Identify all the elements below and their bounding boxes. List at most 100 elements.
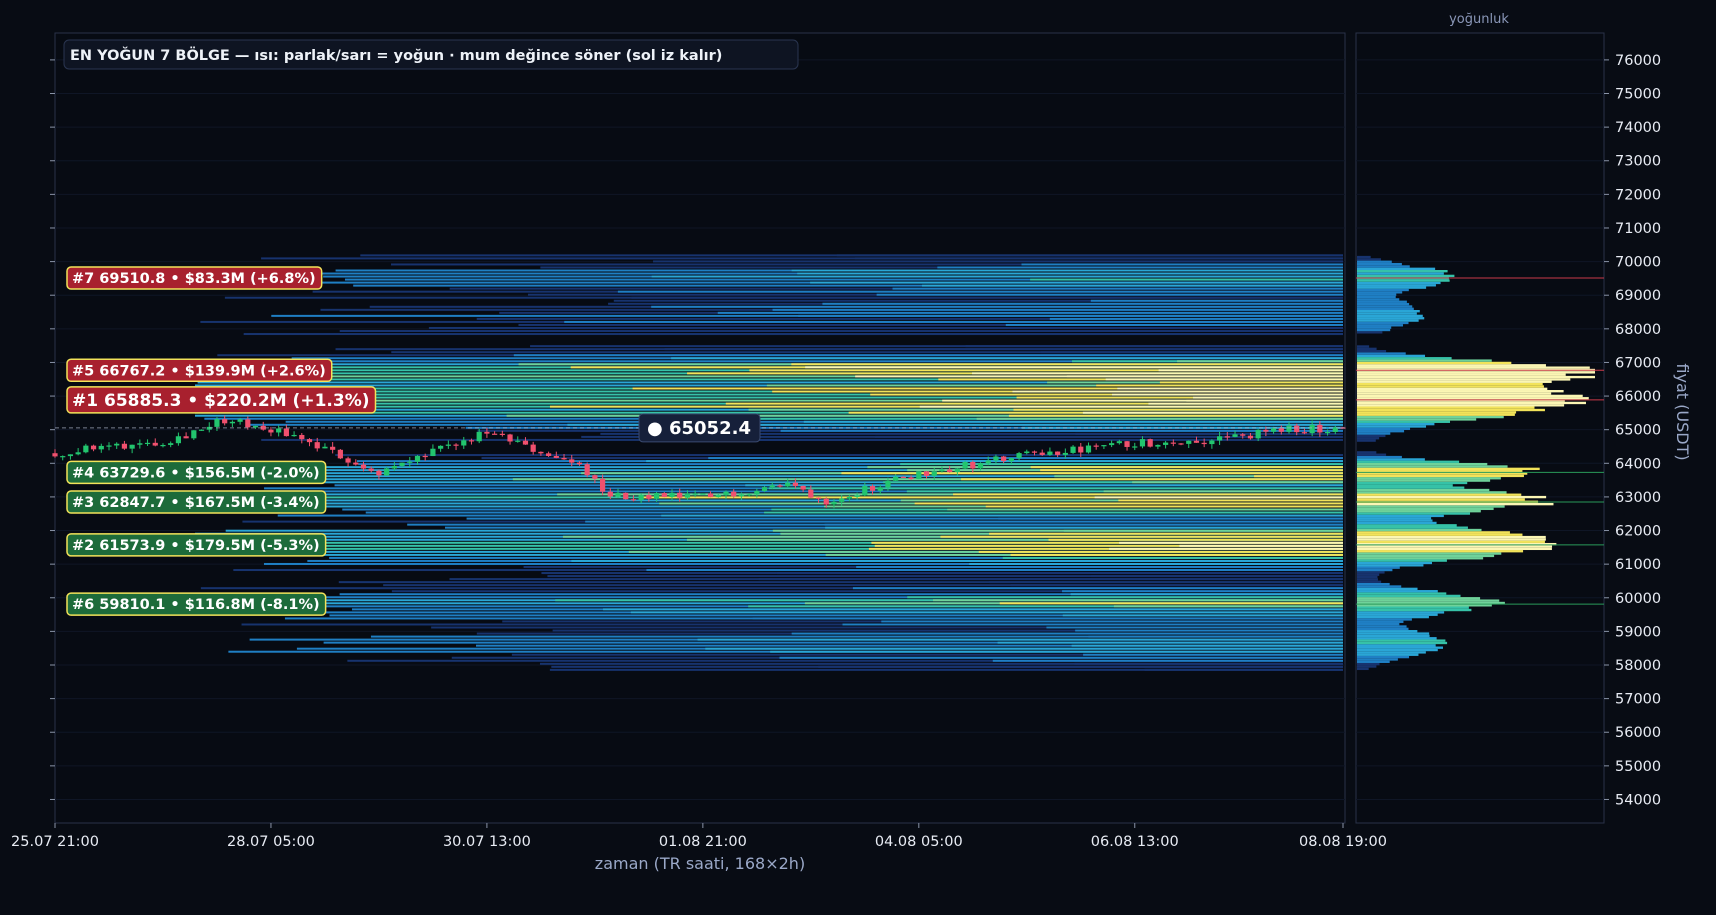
heat-band bbox=[791, 363, 1343, 366]
heat-band bbox=[940, 535, 1343, 538]
title-group: EN YOĞUN 7 BÖLGE — ısı: parlak/sarı = yo… bbox=[63, 39, 799, 70]
heat-band bbox=[1083, 653, 1343, 656]
profile-bar bbox=[1357, 432, 1391, 435]
profile-bar bbox=[1357, 630, 1418, 633]
candle-body bbox=[592, 475, 598, 479]
candle-body bbox=[761, 487, 768, 491]
heat-band bbox=[1112, 393, 1343, 396]
zone-label-4: #4 63729.6 • $156.5M (-2.0%) bbox=[66, 460, 327, 485]
profile-bar bbox=[1357, 331, 1383, 334]
heat-band bbox=[1048, 538, 1343, 541]
heat-band bbox=[1012, 390, 1343, 393]
profile-bar bbox=[1357, 651, 1426, 654]
candle-body bbox=[499, 433, 505, 435]
profile-bar bbox=[1357, 430, 1405, 433]
x-tick-label: 01.08 21:00 bbox=[659, 834, 747, 850]
heat-band bbox=[1040, 351, 1343, 354]
profile-bar bbox=[1357, 521, 1437, 525]
profile-bar bbox=[1357, 422, 1435, 426]
candle-body bbox=[83, 445, 89, 453]
profile-bar bbox=[1357, 265, 1410, 268]
candle-body bbox=[229, 421, 235, 424]
profile-bar bbox=[1357, 274, 1455, 278]
candle-body bbox=[731, 491, 737, 497]
heat-band bbox=[1010, 584, 1343, 587]
candle-body bbox=[1216, 436, 1223, 441]
profile-bar bbox=[1357, 658, 1398, 661]
candle-body bbox=[823, 498, 829, 505]
profile-bar bbox=[1357, 498, 1525, 501]
candle-body bbox=[1163, 442, 1169, 445]
heat-band bbox=[1113, 605, 1343, 608]
candle-body bbox=[129, 444, 135, 449]
profile-bar bbox=[1357, 493, 1522, 496]
heat-band bbox=[791, 269, 1343, 272]
candle-body bbox=[947, 469, 953, 472]
profile-bar bbox=[1357, 510, 1481, 513]
heat-band bbox=[1077, 326, 1343, 329]
heat-band bbox=[972, 372, 1343, 375]
y-tick-label: 54000 bbox=[1615, 792, 1661, 808]
heat-band bbox=[585, 520, 1343, 523]
candle-body bbox=[723, 491, 729, 496]
profile-bar bbox=[1357, 359, 1492, 362]
profile-bar bbox=[1357, 639, 1446, 642]
profile-bar bbox=[1357, 627, 1409, 631]
y-tick-label: 73000 bbox=[1615, 154, 1661, 170]
y-tick-label: 55000 bbox=[1615, 759, 1661, 775]
profile-bar bbox=[1357, 415, 1504, 419]
heat-band bbox=[791, 632, 1343, 635]
candle-body bbox=[1224, 436, 1230, 438]
heat-band bbox=[772, 308, 1343, 311]
candle-body bbox=[407, 461, 413, 463]
heat-band bbox=[617, 290, 1343, 293]
candle-body bbox=[599, 478, 606, 492]
candle-body bbox=[337, 449, 343, 459]
profile-bar bbox=[1357, 314, 1423, 318]
candle-body bbox=[700, 493, 706, 495]
x-tick-label: 06.08 13:00 bbox=[1091, 834, 1179, 850]
heat-band bbox=[818, 665, 1343, 668]
x-tick-label: 25.07 21:00 bbox=[11, 834, 99, 850]
profile-bar bbox=[1357, 665, 1377, 668]
candle-body bbox=[376, 470, 382, 476]
candle-body bbox=[1109, 443, 1115, 446]
candle-body bbox=[977, 463, 984, 469]
profile-bar bbox=[1357, 594, 1461, 598]
heat-band bbox=[1030, 466, 1343, 469]
profile-bar bbox=[1357, 321, 1409, 325]
liquidity-heatmap-chart: ● 65052.4 54000 55000 56000 57000 58000 59000… bbox=[11, 12, 1692, 873]
candle-body bbox=[1155, 444, 1161, 447]
profile-bar bbox=[1357, 575, 1378, 579]
profile-bar bbox=[1357, 267, 1436, 270]
candle-body bbox=[962, 462, 968, 469]
profile-bar bbox=[1357, 587, 1418, 591]
y-tick-label: 60000 bbox=[1615, 591, 1661, 607]
candle-body bbox=[52, 453, 58, 457]
heat-band bbox=[1109, 547, 1343, 550]
heat-band bbox=[1008, 414, 1343, 417]
zone-label-3: #3 62847.7 • $167.5M (-3.4%) bbox=[66, 490, 327, 514]
heat-band bbox=[602, 608, 1343, 611]
heat-band bbox=[1002, 556, 1343, 559]
heat-band bbox=[708, 457, 1343, 460]
heat-band bbox=[881, 620, 1343, 623]
heat-band bbox=[937, 266, 1343, 269]
heat-band bbox=[1070, 593, 1343, 596]
profile-bar bbox=[1357, 599, 1500, 602]
profile-bar bbox=[1357, 634, 1430, 638]
profile-bar bbox=[1357, 300, 1407, 303]
profile-bar bbox=[1357, 519, 1433, 522]
profile-bar bbox=[1357, 317, 1425, 320]
heat-band bbox=[992, 659, 1343, 662]
candle-body bbox=[831, 501, 837, 505]
heat-band bbox=[1090, 299, 1343, 302]
profile-bar bbox=[1357, 585, 1402, 588]
candle-body bbox=[669, 492, 675, 498]
candle-body bbox=[306, 439, 313, 443]
y-tick-label: 58000 bbox=[1615, 658, 1661, 674]
heat-band bbox=[770, 650, 1343, 653]
candle-body bbox=[345, 458, 351, 463]
profile-bar bbox=[1357, 578, 1378, 581]
profile-bar bbox=[1357, 324, 1404, 327]
